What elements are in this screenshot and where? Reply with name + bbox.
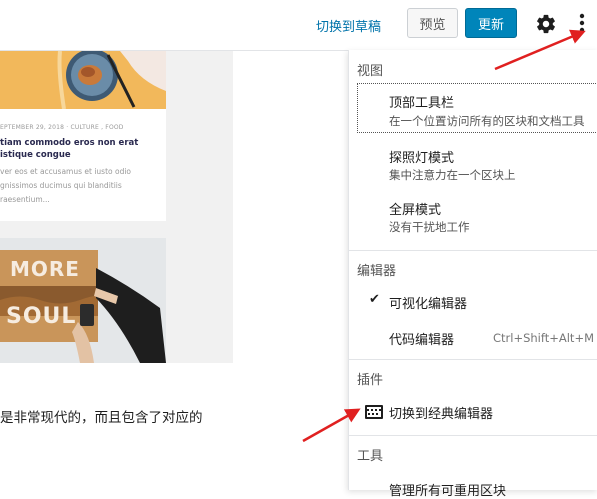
arrow-to-more-menu — [494, 29, 586, 71]
annotation-arrows — [302, 29, 586, 443]
arrow-to-classic-editor — [302, 408, 361, 443]
